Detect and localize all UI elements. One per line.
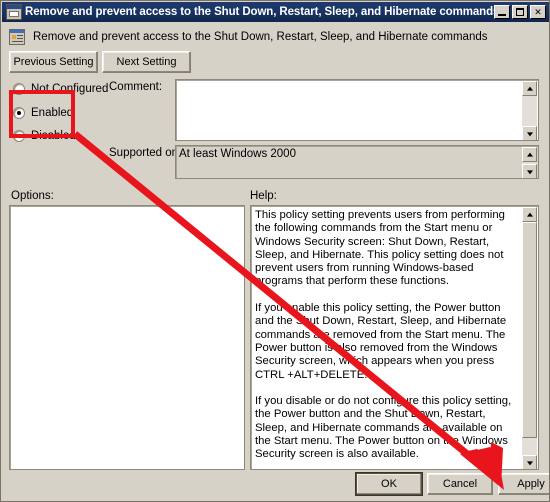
window-title: Remove and prevent access to the Shut Do… [25, 6, 494, 18]
policy-window-icon [6, 4, 22, 20]
radio-not-configured[interactable]: Not Configured [13, 81, 108, 97]
radio-enabled[interactable]: Enabled [13, 105, 73, 121]
title-bar: Remove and prevent access to the Shut Do… [2, 2, 549, 22]
setting-header: Remove and prevent access to the Shut Do… [9, 27, 539, 47]
window-controls: ✕ [494, 5, 546, 19]
close-button[interactable]: ✕ [530, 5, 546, 19]
comment-scrollbar[interactable] [522, 81, 537, 140]
comment-input[interactable] [175, 79, 539, 141]
supported-on-field: At least Windows 2000 [175, 145, 539, 179]
help-scroll-thumb[interactable] [522, 222, 537, 438]
supported-on-label: Supported on: [109, 147, 182, 159]
options-panel[interactable] [9, 205, 245, 470]
supported-on-value: At least Windows 2000 [179, 148, 296, 160]
policy-setting-icon [9, 29, 25, 45]
comment-label: Comment: [109, 81, 163, 93]
radio-disabled-label: Disabled [31, 130, 76, 142]
ok-button[interactable]: OK [356, 473, 422, 495]
apply-button[interactable]: Apply [498, 473, 549, 495]
comment-scroll-up-icon[interactable] [522, 81, 537, 96]
radio-enabled-indicator[interactable] [13, 107, 25, 119]
maximize-button[interactable] [512, 5, 528, 19]
radio-disabled[interactable]: Disabled [13, 128, 76, 144]
radio-not-configured-label: Not Configured [31, 83, 109, 95]
next-setting-button[interactable]: Next Setting [102, 51, 191, 73]
help-panel: This policy setting prevents users from … [250, 205, 539, 470]
setting-name: Remove and prevent access to the Shut Do… [33, 31, 488, 43]
comment-scroll-down-icon[interactable] [522, 126, 537, 140]
options-label: Options: [11, 190, 54, 202]
group-policy-setting-dialog: Remove and prevent access to the Shut Do… [0, 0, 550, 502]
radio-disabled-indicator[interactable] [13, 130, 25, 142]
help-scroll-down-icon[interactable] [522, 455, 537, 469]
help-scroll-up-icon[interactable] [522, 207, 537, 222]
supported-scroll-down-icon[interactable] [522, 164, 537, 178]
help-scrollbar[interactable] [522, 207, 537, 469]
help-label: Help: [250, 190, 277, 202]
help-content: This policy setting prevents users from … [255, 209, 512, 461]
radio-not-configured-indicator[interactable] [13, 83, 25, 95]
radio-enabled-label: Enabled [31, 107, 74, 119]
cancel-button[interactable]: Cancel [427, 473, 493, 495]
supported-scroll-up-icon[interactable] [522, 147, 537, 162]
supported-scrollbar[interactable] [522, 147, 537, 178]
minimize-button[interactable] [494, 5, 510, 19]
previous-setting-button[interactable]: Previous Setting [9, 51, 98, 73]
